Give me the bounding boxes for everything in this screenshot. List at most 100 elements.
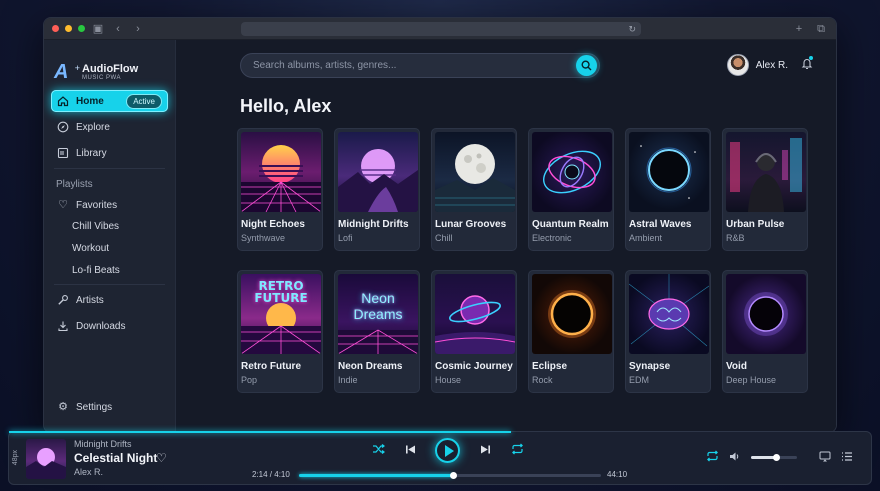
album-genre: Pop [241,375,258,385]
volume-handle[interactable] [773,454,781,461]
search-icon [581,60,592,71]
sidebar-item-explore[interactable]: Explore [51,116,168,138]
album-genre: EDM [629,375,649,385]
back-icon[interactable]: ‹ [111,18,125,40]
album-card-void[interactable]: Void Deep House [722,270,808,393]
microphone-icon [57,294,69,306]
sidebar-item-label: Artists [76,294,104,306]
now-playing-artist[interactable]: Alex R. [74,467,157,477]
sidebar-item-artists[interactable]: Artists [51,289,168,311]
gear-icon: ⚙ [58,401,68,413]
sidebar-toggle-icon[interactable]: ▣ [91,18,105,40]
playlist-item-workout[interactable]: Workout [44,238,175,260]
browser-titlebar: ▣ ‹ › ↻ + ⧉ [44,18,836,40]
album-title: Synapse [629,361,671,372]
album-genre: Electronic [532,233,572,243]
close-window-button[interactable] [52,25,59,32]
album-card-urban-pulse[interactable]: Urban Pulse R&B [722,128,808,251]
shuffle-icon[interactable] [371,443,385,458]
cast-icon[interactable] [819,451,831,465]
progress-handle[interactable] [450,472,458,479]
sidebar-item-label: Downloads [76,320,126,332]
repeat-icon[interactable] [510,443,524,458]
playlists-heading: Playlists [56,179,93,190]
main-content: Search albums, artists, genres... Alex R… [177,40,836,432]
album-art-eclipse [532,274,612,354]
album-card-astral-waves[interactable]: Astral Waves Ambient [625,128,711,251]
album-genre: Lofi [338,233,353,243]
album-art-neon-dreams: Neon Dreams [338,274,418,354]
album-title: Cosmic Journey [435,361,513,372]
album-title: Urban Pulse [726,219,785,230]
album-card-eclipse[interactable]: Eclipse Rock [528,270,614,393]
playlist-item-lofi-beats[interactable]: Lo-fi Beats [44,260,175,282]
album-genre: House [435,375,462,385]
address-bar[interactable]: ↻ [241,21,641,36]
brand[interactable]: A + AudioFlow MUSIC PWA [44,40,175,90]
player-right-controls [706,450,853,465]
volume-slider[interactable] [751,454,797,461]
search-button[interactable] [576,55,597,76]
album-title: Lunar Grooves [435,219,507,230]
maximize-window-button[interactable] [78,25,85,32]
play-button[interactable] [435,438,460,463]
sidebar-item-label: Library [76,147,107,159]
sidebar-item-label: Home [76,95,104,107]
search-placeholder: Search albums, artists, genres... [253,60,397,71]
notification-dot [809,56,813,60]
album-art-text: FUTURE [254,291,308,305]
album-art-urban-pulse [726,132,806,212]
user-menu[interactable]: Alex R. [726,54,788,76]
album-art-midnight-drifts [338,132,418,212]
search-input[interactable]: Search albums, artists, genres... [240,53,600,78]
album-card-neon-dreams[interactable]: Neon Dreams Neon Dreams Indie [334,270,420,393]
album-card-quantum-realm[interactable]: Quantum Realm Electronic [528,128,614,251]
album-card-lunar-grooves[interactable]: Lunar Grooves Chill [431,128,517,251]
album-title: Night Echoes [241,219,305,230]
album-card-night-echoes[interactable]: Night Echoes Synthwave [237,128,323,251]
album-genre: Chill [435,233,453,243]
sidebar-item-home[interactable]: Home Active [51,90,168,112]
next-icon[interactable] [478,444,492,458]
minimize-window-button[interactable] [65,25,72,32]
home-icon [57,95,69,107]
now-playing-track[interactable]: Celestial Night [74,451,157,465]
sidebar-item-downloads[interactable]: Downloads [51,315,168,337]
album-card-cosmic-journey[interactable]: Cosmic Journey House [431,270,517,393]
new-tab-icon[interactable]: + [792,18,806,40]
album-art-retro-future: RETRO FUTURE [241,274,321,354]
album-art-astral-waves [629,132,709,212]
album-genre: Indie [338,375,358,385]
queue-icon[interactable] [841,451,853,465]
now-playing-art [26,439,66,479]
forward-icon[interactable]: › [131,18,145,40]
sidebar-item-settings[interactable]: ⚙ Settings [51,396,168,418]
album-art-night-echoes [241,132,321,212]
album-title: Neon Dreams [338,361,403,372]
playlist-item-chill-vibes[interactable]: Chill Vibes [44,216,175,238]
sidebar-item-favorites[interactable]: ♡ Favorites [51,194,168,216]
sidebar-item-label: Explore [76,121,110,133]
sidebar: A + AudioFlow MUSIC PWA Home Active Explo… [44,40,176,432]
playback-controls [371,438,524,463]
volume-icon[interactable] [729,451,741,465]
album-card-retro-future[interactable]: RETRO FUTURE Retro Future Pop [237,270,323,393]
like-heart-icon[interactable]: ♡ [156,451,167,465]
previous-icon[interactable] [403,444,417,458]
album-card-midnight-drifts[interactable]: Midnight Drifts Lofi [334,128,420,251]
album-card-synapse[interactable]: Synapse EDM [625,270,711,393]
album-title: Astral Waves [629,219,692,230]
tabs-overview-icon[interactable]: ⧉ [814,18,828,40]
bell-icon[interactable] [801,56,813,73]
active-badge: Active [126,93,162,109]
album-title: Eclipse [532,361,568,372]
progress-bar[interactable] [299,472,601,479]
compass-icon [57,121,69,133]
album-art-text: Dreams [353,306,403,322]
album-art-cosmic-journey [435,274,515,354]
repeat-mode-icon[interactable] [706,450,719,465]
avatar [726,54,749,76]
sidebar-divider [54,168,165,169]
reload-icon[interactable]: ↻ [628,22,636,36]
sidebar-item-library[interactable]: Library [51,142,168,164]
